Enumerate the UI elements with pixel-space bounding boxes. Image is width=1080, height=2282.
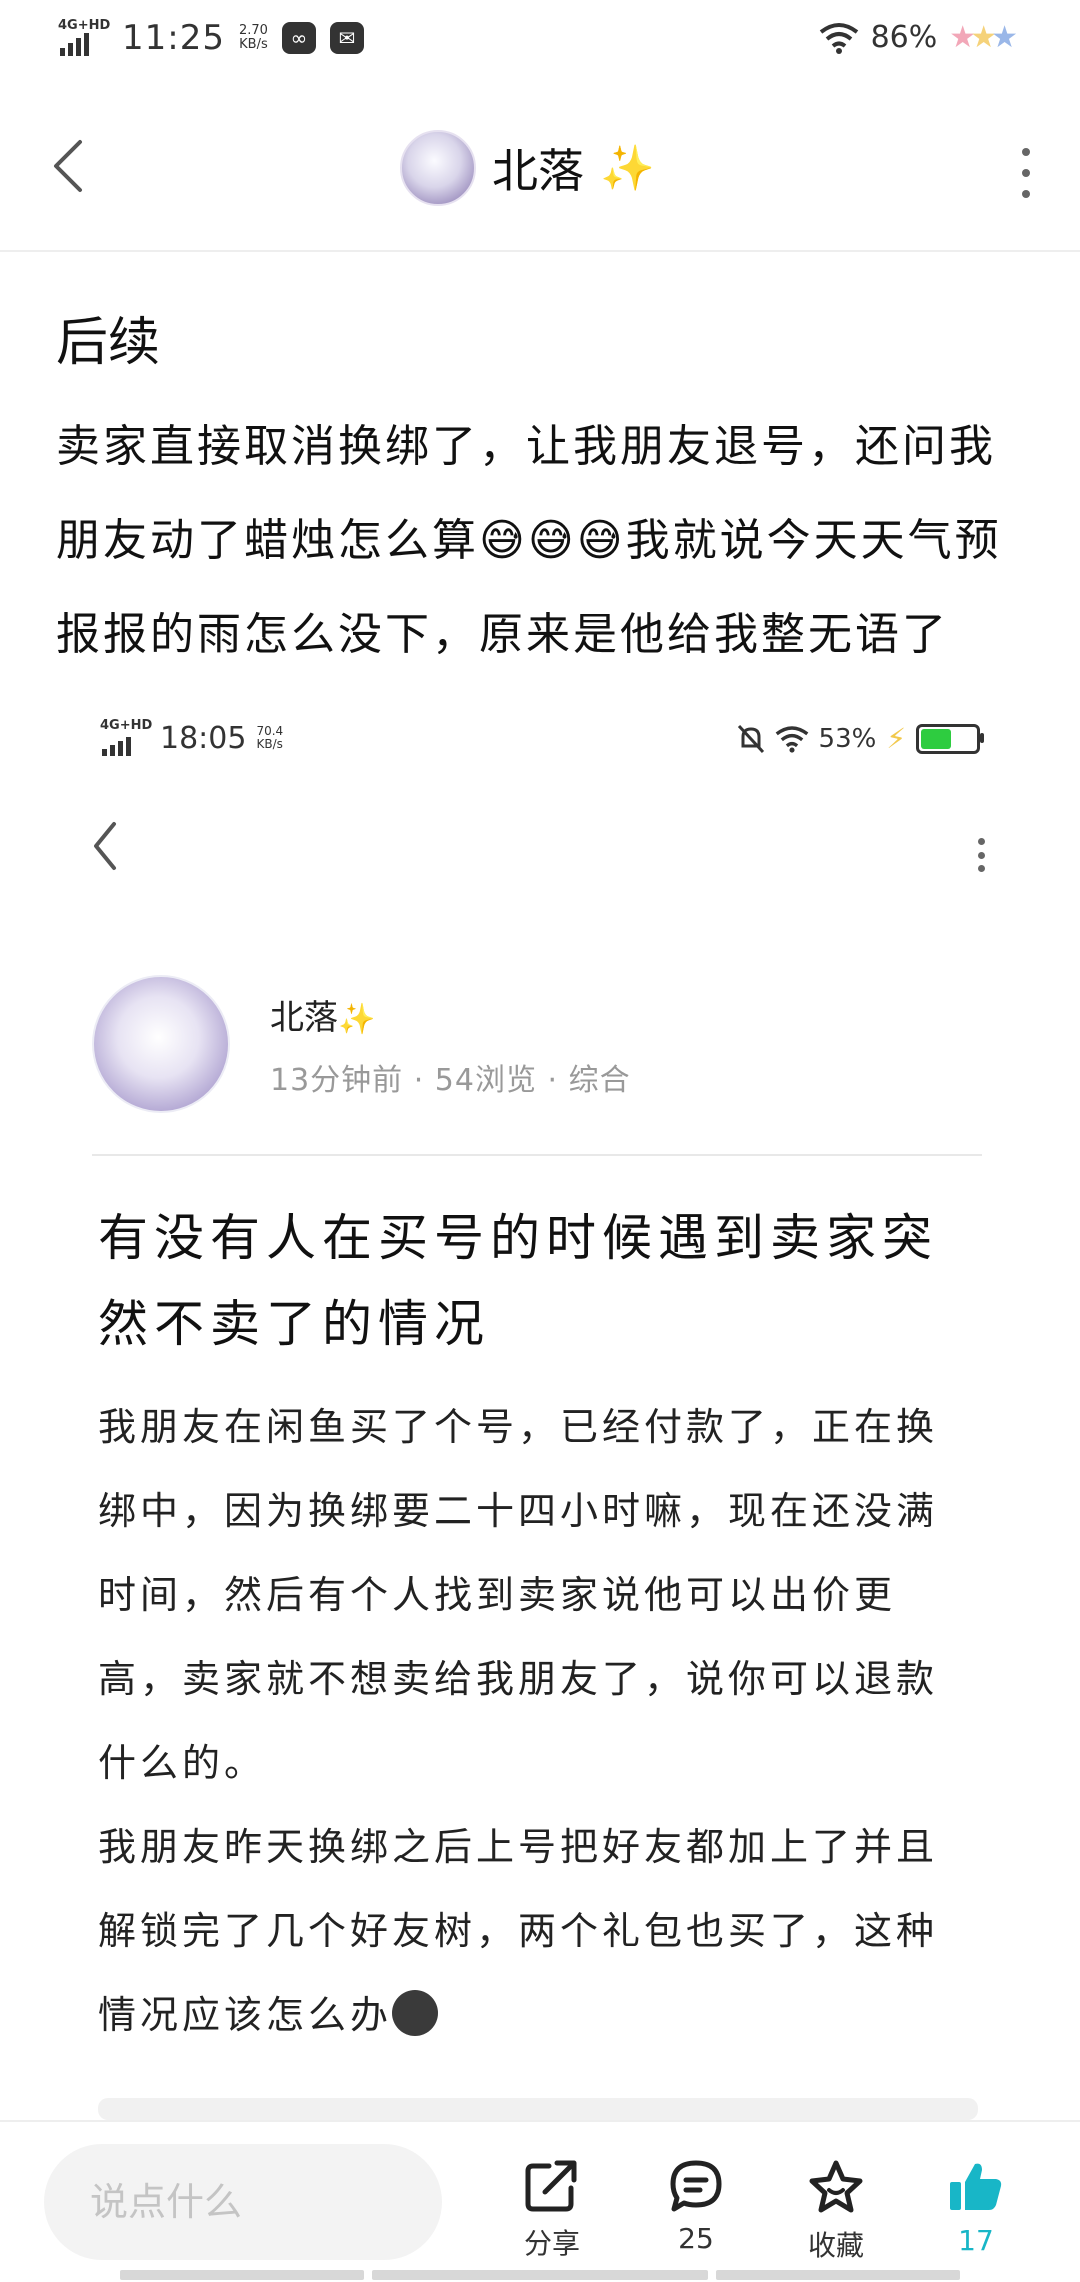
sparkle-icon: ✨ bbox=[600, 143, 655, 194]
bottom-action-bar: 分享 25 收藏 17 bbox=[0, 2120, 1080, 2282]
embedded-screenshot[interactable]: 4G+HD 18:05 70.4 KB/s 53% ⚡ 北落✨ 13分钟前 · … bbox=[70, 690, 1010, 2120]
paragraph: 我朋友在闲鱼买了个号，已经付款了，正在换绑中，因为换绑要二十四小时嘛，现在还没满… bbox=[98, 1405, 939, 1785]
embedded-battery-percent: 53% bbox=[818, 723, 877, 754]
sparkle-icon: ✨ bbox=[338, 1002, 376, 1037]
paragraph: 我朋友昨天换绑之后上号把好友都加上了并且解锁完了几个好友树，两个礼包也买了，这种… bbox=[98, 1825, 939, 2037]
post-header: 北落 ✨ bbox=[0, 100, 1080, 252]
divider bbox=[92, 1154, 982, 1156]
comment-input[interactable] bbox=[44, 2144, 442, 2260]
comment-icon bbox=[670, 2160, 722, 2212]
embedded-status-bar: 4G+HD 18:05 70.4 KB/s 53% ⚡ bbox=[100, 718, 984, 762]
back-icon[interactable] bbox=[48, 136, 88, 196]
signal-icon: 4G+HD bbox=[58, 18, 111, 58]
battery-percent: 86% bbox=[870, 20, 938, 55]
share-label: 分享 bbox=[523, 2227, 580, 2260]
post-title: 后续 bbox=[56, 313, 161, 373]
partial-bottom-strip bbox=[0, 2270, 1080, 2280]
more-options-icon[interactable] bbox=[974, 838, 988, 872]
mail-icon: ✉ bbox=[329, 22, 364, 54]
avatar[interactable] bbox=[400, 130, 476, 206]
app-notification-icon: ∞ bbox=[281, 22, 316, 54]
status-time: 11:25 bbox=[122, 18, 225, 58]
author-header[interactable]: 北落 ✨ bbox=[400, 130, 655, 206]
share-icon bbox=[525, 2160, 577, 2212]
dark-face-emoji bbox=[392, 1990, 439, 2036]
sweat-smile-emoji: 😅😅😅 bbox=[479, 515, 626, 566]
favorite-button[interactable]: 收藏 bbox=[776, 2158, 896, 2264]
back-icon[interactable] bbox=[90, 820, 120, 872]
thumbs-up-icon bbox=[950, 2163, 1002, 2210]
embedded-post-title: 有没有人在买号的时候遇到卖家突然不卖了的情况 bbox=[98, 1209, 938, 1353]
author-name[interactable]: 北落✨ bbox=[270, 990, 375, 1039]
network-speed: 2.70 KB/s bbox=[238, 23, 268, 52]
battery-icon bbox=[916, 723, 984, 754]
signal-icon: 4G+HD bbox=[100, 718, 152, 758]
like-count: 17 bbox=[958, 2224, 994, 2257]
favorite-label: 收藏 bbox=[807, 2229, 864, 2262]
embedded-speed: 70.4 KB/s bbox=[256, 724, 284, 751]
embedded-time: 18:05 bbox=[160, 720, 247, 756]
content-card-edge bbox=[98, 2098, 978, 2120]
star-icon bbox=[809, 2160, 863, 2213]
more-options-icon[interactable] bbox=[1016, 148, 1036, 198]
mute-bell-icon bbox=[737, 724, 764, 753]
avatar[interactable] bbox=[92, 975, 230, 1113]
embedded-post-body: 我朋友在闲鱼买了个号，已经付款了，正在换绑中，因为换绑要二十四小时嘛，现在还没满… bbox=[98, 1385, 978, 2057]
wifi-icon bbox=[819, 22, 858, 54]
author-name: 北落 bbox=[492, 144, 584, 198]
comment-count: 25 bbox=[678, 2222, 714, 2255]
status-bar: 4G+HD 11:25 2.70 KB/s ∞ ✉ 86% ★★★ bbox=[0, 0, 1080, 80]
network-type: 4G+HD bbox=[58, 18, 111, 33]
post-body: 卖家直接取消换绑了，让我朋友退号，还问我朋友动了蜡烛怎么算😅😅😅我就说今天天气预… bbox=[56, 421, 1002, 660]
comment-button[interactable]: 25 bbox=[636, 2158, 756, 2255]
like-button[interactable]: 17 bbox=[916, 2158, 1036, 2257]
wifi-icon bbox=[775, 725, 808, 753]
charging-icon: ⚡ bbox=[886, 722, 906, 755]
stars-icon: ★★★ bbox=[949, 20, 1018, 55]
post-meta: 13分钟前 · 54浏览 · 综合 bbox=[270, 1063, 631, 1098]
share-button[interactable]: 分享 bbox=[492, 2158, 612, 2262]
